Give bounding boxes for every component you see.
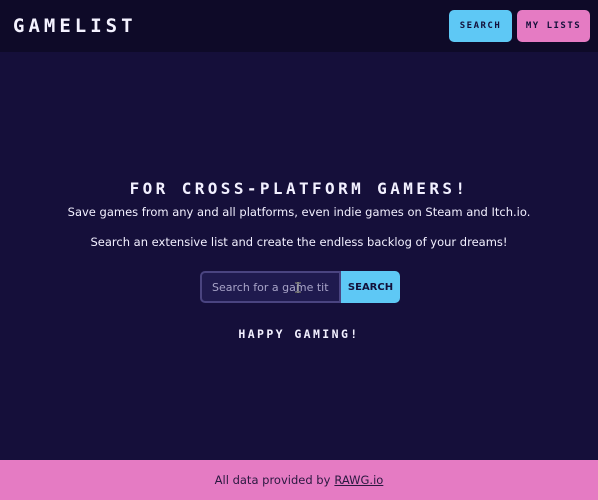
- page: GAMELIST SEARCH MY LISTS FOR CROSS-PLATF…: [0, 0, 598, 500]
- hero-description-2: Search an extensive list and create the …: [90, 235, 508, 249]
- rawg-link[interactable]: RAWG.io: [334, 473, 383, 487]
- main-nav: SEARCH MY LISTS: [449, 10, 590, 42]
- game-search-input[interactable]: [200, 271, 341, 303]
- tagline: HAPPY GAMING!: [238, 327, 360, 341]
- search-submit-button[interactable]: SEARCH: [341, 271, 400, 303]
- footer: All data provided by RAWG.io: [0, 460, 598, 500]
- app-logo[interactable]: GAMELIST: [13, 15, 137, 37]
- nav-my-lists-button[interactable]: MY LISTS: [517, 10, 590, 42]
- footer-credit-text: All data provided by: [214, 473, 331, 487]
- hero-section: FOR CROSS-PLATFORM GAMERS! Save games fr…: [0, 176, 598, 250]
- nav-search-button[interactable]: SEARCH: [449, 10, 512, 42]
- hero-title: FOR CROSS-PLATFORM GAMERS!: [129, 179, 469, 198]
- top-header: GAMELIST SEARCH MY LISTS: [0, 0, 598, 52]
- game-search-form: SEARCH: [200, 271, 400, 303]
- hero-description-1: Save games from any and all platforms, e…: [67, 205, 531, 219]
